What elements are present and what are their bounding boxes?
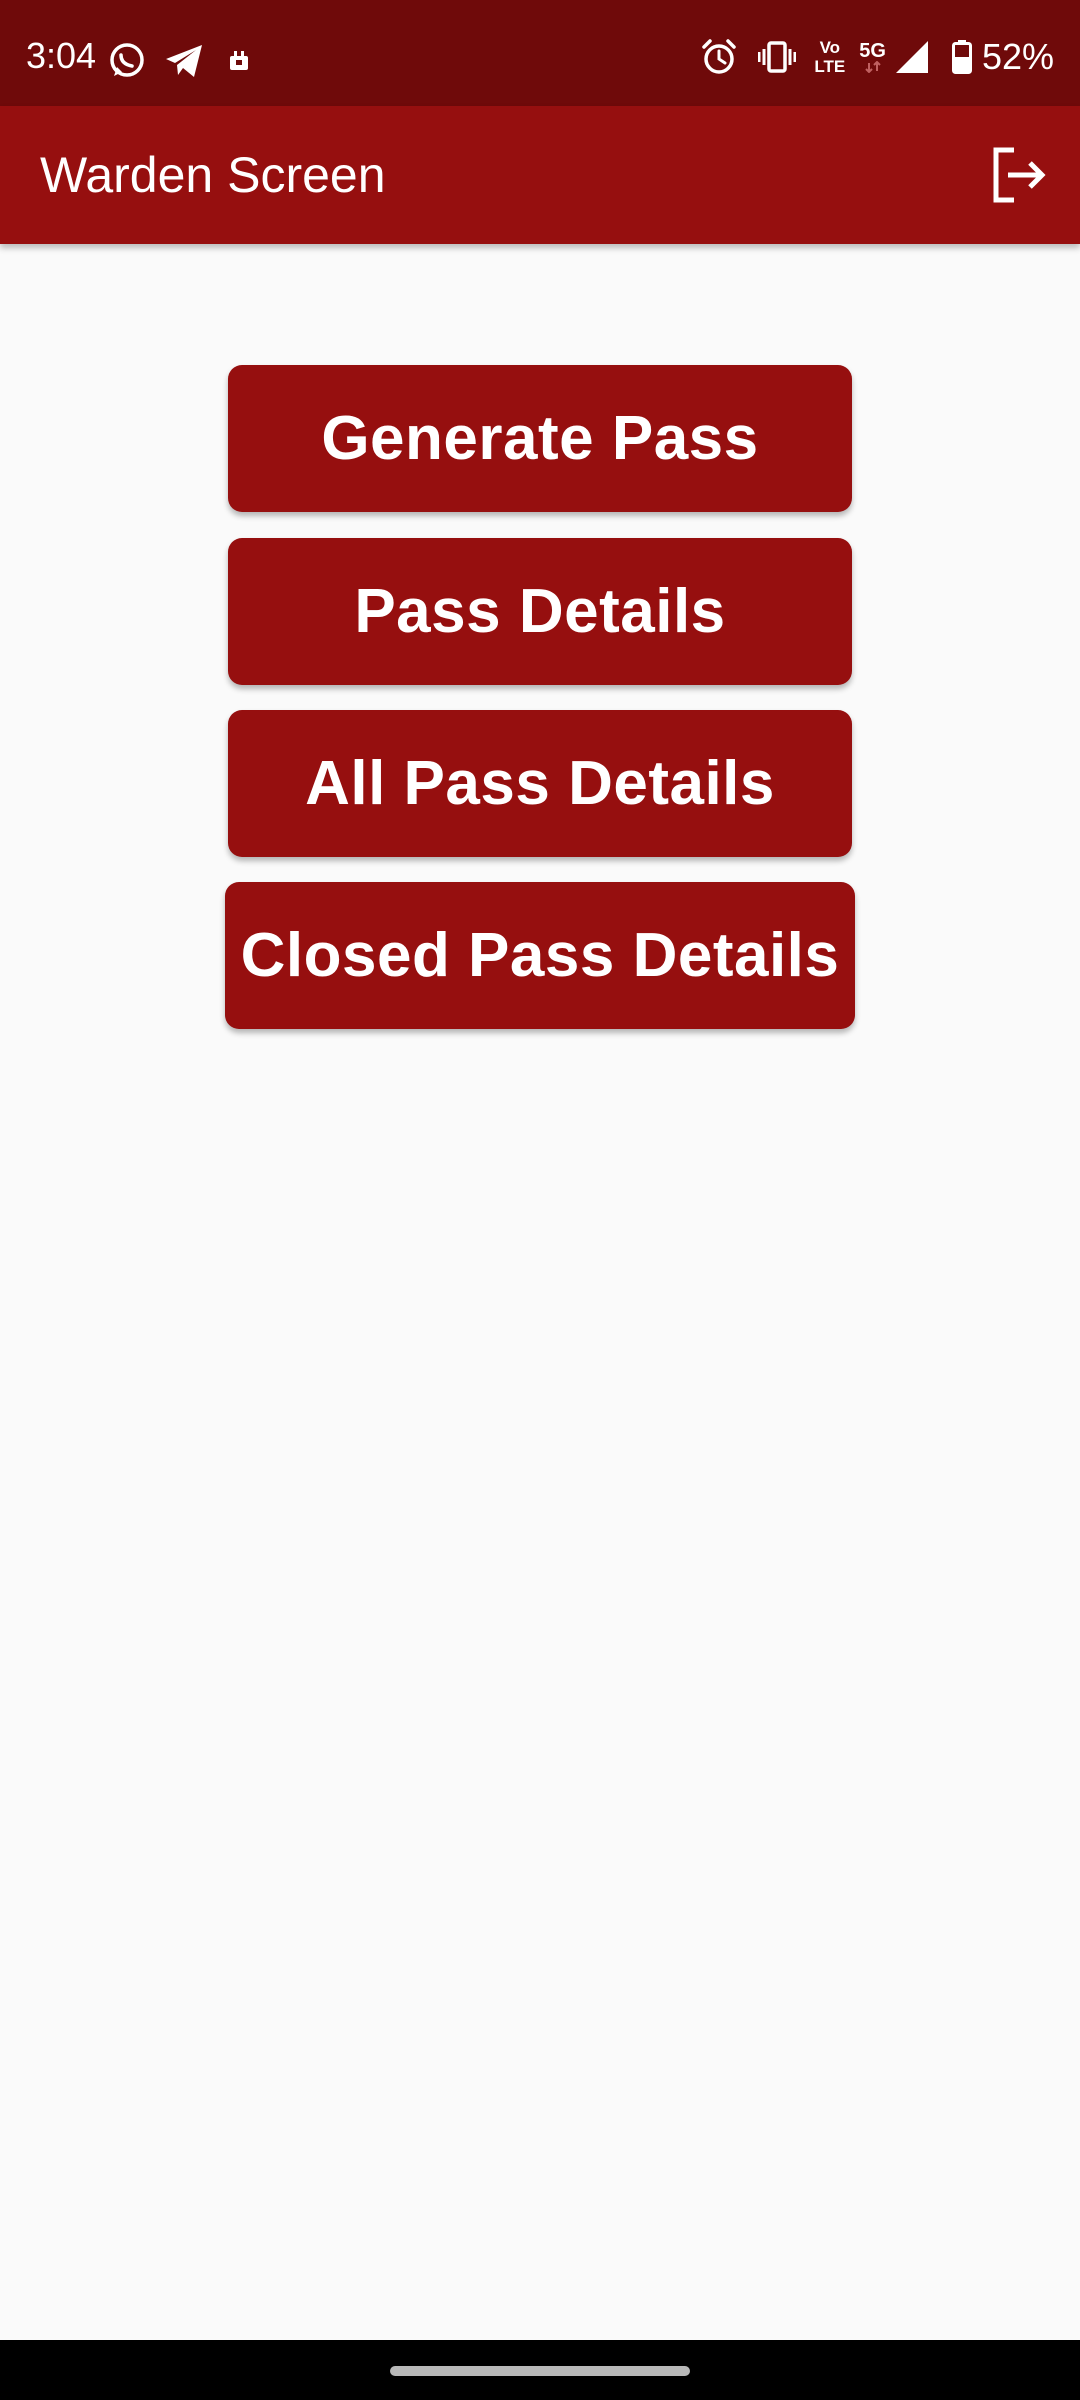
telegram-icon	[164, 43, 204, 79]
network-type-label: 5G	[859, 40, 886, 62]
system-icons: Vo LTE 5G 52%	[700, 38, 1054, 76]
generate-pass-button[interactable]: Generate Pass	[228, 365, 852, 512]
volte-icon: Vo LTE	[814, 39, 845, 75]
generate-pass-label: Generate Pass	[321, 404, 759, 473]
pass-details-label: Pass Details	[354, 577, 726, 646]
closed-pass-details-label: Closed Pass Details	[240, 921, 840, 990]
battery-icon	[951, 40, 972, 74]
alarm-icon	[700, 38, 738, 76]
logout-icon	[993, 147, 1046, 203]
page-title: Warden Screen	[40, 147, 386, 203]
vibrate-icon	[758, 40, 797, 74]
navigation-bar	[0, 2340, 1080, 2400]
home-gesture-handle[interactable]	[390, 2366, 690, 2376]
logout-button[interactable]	[988, 144, 1050, 206]
whatsapp-icon	[108, 42, 146, 80]
status-time: 3:04	[26, 35, 97, 76]
volte-label-bottom: LTE	[814, 57, 846, 76]
5g-icon: 5G	[859, 41, 886, 73]
app-notification-icon	[228, 50, 250, 72]
battery-percentage: 52%	[981, 36, 1054, 77]
status-bar: 3:04 Vo LTE 5G 52%	[0, 0, 1080, 106]
pass-details-button[interactable]: Pass Details	[228, 538, 852, 685]
notification-icons	[108, 42, 250, 80]
all-pass-details-button[interactable]: All Pass Details	[228, 710, 852, 857]
main-content: Generate Pass Pass Details All Pass Deta…	[0, 244, 1080, 2340]
volte-label-top: Vo	[819, 38, 841, 57]
app-bar: Warden Screen	[0, 106, 1080, 244]
signal-icon	[894, 39, 930, 75]
all-pass-details-label: All Pass Details	[305, 749, 775, 818]
closed-pass-details-button[interactable]: Closed Pass Details	[225, 882, 855, 1029]
